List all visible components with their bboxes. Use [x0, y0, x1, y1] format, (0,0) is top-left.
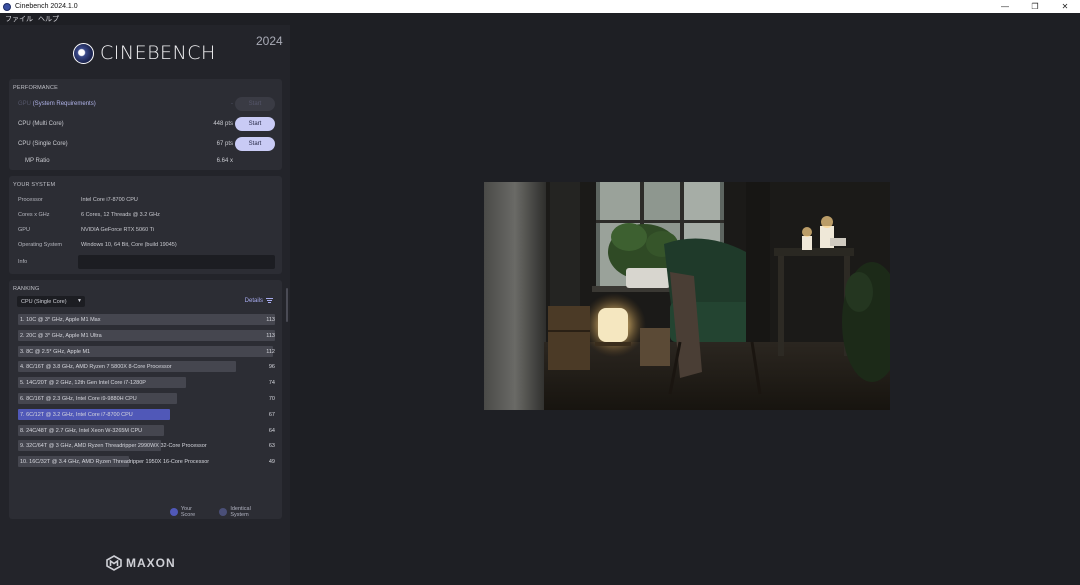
ranking-row-name: 9. 32C/64T @ 3 GHz, AMD Ryzen Threadripp…	[20, 443, 207, 450]
ranking-row[interactable]: 5. 14C/20T @ 2 GHz, 12th Gen Intel Core …	[18, 377, 275, 389]
menu-file[interactable]: ファイル	[5, 14, 33, 24]
ranking-row-score: 96	[268, 364, 275, 371]
ranking-row-score: 74	[268, 380, 275, 387]
ranking-row-name: 3. 8C @ 2.5* GHz, Apple M1	[20, 348, 91, 355]
sys-value: NVIDIA GeForce RTX 5060 Ti	[81, 227, 154, 233]
logo-text: CINEBENCH	[100, 42, 216, 64]
ranking-row-name: 5. 14C/20T @ 2 GHz, 12th Gen Intel Core …	[20, 380, 146, 387]
ranking-row[interactable]: 7. 6C/12T @ 3.2 GHz, Intel Core i7-8700 …	[18, 408, 275, 420]
ranking-row[interactable]: 2. 20C @ 3* GHz, Apple M1 Ultra 113	[18, 329, 275, 341]
identical-system-dot	[219, 508, 228, 516]
sys-key: Processor	[18, 197, 43, 203]
logo-year: 2024	[256, 34, 283, 48]
system-title: YOUR SYSTEM	[13, 182, 56, 188]
perf-score-gpu: -	[231, 101, 233, 107]
ranking-row[interactable]: 8. 24C/48T @ 2.7 GHz, Intel Xeon W-3265M…	[18, 424, 275, 436]
app-icon	[3, 2, 11, 11]
ranking-row-score: 70	[268, 396, 275, 402]
perf-label-single-core: CPU (Single Core)	[18, 141, 68, 147]
ranking-row-name: 8. 24C/48T @ 2.7 GHz, Intel Xeon W-3265M…	[20, 427, 143, 434]
ranking-row-name: 2. 20C @ 3* GHz, Apple M1 Ultra	[20, 332, 102, 339]
ranking-row-score: 113	[266, 317, 275, 323]
ranking-row-score: 67	[268, 411, 275, 418]
perf-label-gpu: GPU	[18, 101, 32, 107]
ranking-row[interactable]: 9. 32C/64T @ 3 GHz, AMD Ryzen Threadripp…	[18, 440, 275, 452]
maxon-logo-icon	[106, 555, 122, 571]
sys-row-gpu: GPU NVIDIA GeForce RTX 5060 Ti	[9, 223, 282, 237]
window-title: Cinebench 2024.1.0	[15, 3, 78, 10]
ranking-row-name: 7. 6C/12T @ 3.2 GHz, Intel Core i7-8700 …	[20, 411, 133, 418]
ranking-row-score: 113	[266, 332, 275, 339]
sidebar-scrollbar[interactable]	[286, 288, 288, 322]
ranking-row[interactable]: 4. 8C/16T @ 3.8 GHz, AMD Ryzen 7 5800X 8…	[18, 361, 275, 373]
system-requirements-link[interactable]: (System Requirements)	[33, 101, 96, 107]
perf-score-mp-ratio: 6.64 x	[216, 158, 233, 164]
start-multi-core-button[interactable]: Start	[235, 117, 275, 131]
menu-help[interactable]: ヘルプ	[38, 14, 59, 24]
minimize-button[interactable]: —	[990, 0, 1020, 13]
ranking-row-name: 10. 16C/32T @ 3.4 GHz, AMD Ryzen Threadr…	[20, 459, 210, 466]
details-label: Details	[244, 298, 263, 304]
sys-row-processor: Processor Intel Core i7-8700 CPU	[9, 193, 282, 207]
start-single-core-button[interactable]: Start	[235, 137, 275, 151]
perf-row-single-core: CPU (Single Core) 67 pts Start	[9, 137, 282, 151]
close-button[interactable]: ✕	[1050, 0, 1080, 13]
ranking-row-name: 1. 10C @ 3* GHz, Apple M1 Max	[20, 317, 101, 323]
sys-key: Cores x GHz	[18, 212, 50, 218]
perf-score-single-core: 67 pts	[216, 141, 233, 147]
sys-row-os: Operating System Windows 10, 64 Bit, Cor…	[9, 238, 282, 252]
restore-button[interactable]: ❐	[1020, 0, 1050, 13]
ranking-row[interactable]: 1. 10C @ 3* GHz, Apple M1 Max 113	[18, 314, 275, 325]
ranking-row-score: 49	[268, 459, 275, 466]
maxon-text: MAXON	[126, 556, 176, 570]
perf-label-mp-ratio: MP Ratio	[25, 158, 50, 164]
ranking-row-score: 64	[268, 427, 275, 434]
legend-identical-system: Identical System	[219, 506, 270, 518]
start-gpu-button[interactable]: Start	[235, 97, 275, 111]
perf-row-multi-core: CPU (Multi Core) 448 pts Start	[9, 117, 282, 131]
perf-row-gpu: GPU (System Requirements) - Start	[9, 97, 282, 111]
ranking-title: RANKING	[13, 286, 40, 292]
ranking-row-name: 4. 8C/16T @ 3.8 GHz, AMD Ryzen 7 5800X 8…	[20, 364, 172, 371]
your-score-dot	[170, 508, 178, 516]
sys-key: Info	[18, 259, 28, 265]
system-panel: YOUR SYSTEM Processor Intel Core i7-8700…	[9, 176, 282, 274]
ranking-row-score: 112	[266, 348, 275, 355]
performance-title: PERFORMANCE	[13, 85, 58, 91]
ranking-row[interactable]: 3. 8C @ 2.5* GHz, Apple M1 112	[18, 345, 275, 357]
chevron-down-icon: ▼	[77, 298, 82, 304]
sys-row-cores: Cores x GHz 6 Cores, 12 Threads @ 3.2 GH…	[9, 208, 282, 222]
cinebench-logo: CINEBENCH	[73, 42, 216, 64]
sys-value: Intel Core i7-8700 CPU	[81, 197, 138, 203]
performance-panel: PERFORMANCE GPU (System Requirements) - …	[9, 79, 282, 170]
sys-key: GPU	[18, 227, 30, 233]
filter-icon	[266, 298, 273, 304]
render-image	[484, 182, 890, 410]
details-button[interactable]: Details	[245, 298, 273, 304]
cinebench-logo-icon	[73, 42, 94, 64]
ranking-row[interactable]: 6. 8C/16T @ 2.3 GHz, Intel Core i9-9880H…	[18, 393, 275, 404]
menu-bar: ファイル ヘルプ	[0, 13, 1080, 25]
sys-row-info: Info	[9, 255, 282, 269]
sys-value: Windows 10, 64 Bit, Core (build 19045)	[81, 242, 177, 248]
sys-key: Operating System	[18, 242, 63, 248]
ranking-panel: RANKING CPU (Single Core) ▼ Details 1. 1…	[9, 280, 282, 519]
sys-value: 6 Cores, 12 Threads @ 3.2 GHz	[81, 212, 160, 218]
perf-label-multi-core: CPU (Multi Core)	[18, 121, 64, 127]
ranking-row-name: 6. 8C/16T @ 2.3 GHz, Intel Core i9-9880H…	[20, 396, 137, 402]
maxon-logo: MAXON	[106, 555, 176, 571]
ranking-row-score: 63	[268, 443, 275, 450]
ranking-row[interactable]: 10. 16C/32T @ 3.4 GHz, AMD Ryzen Threadr…	[18, 456, 275, 468]
ranking-legend: Your Score Identical System	[170, 506, 282, 518]
render-viewport	[484, 182, 890, 410]
ranking-select[interactable]: CPU (Single Core) ▼	[17, 296, 85, 307]
title-bar: Cinebench 2024.1.0 — ❐ ✕	[0, 0, 1080, 13]
perf-score-multi-core: 448 pts	[213, 121, 233, 127]
legend-your-score: Your Score	[170, 506, 207, 518]
perf-row-mp-ratio: MP Ratio 6.64 x	[9, 154, 282, 168]
ranking-select-value: CPU (Single Core)	[21, 298, 67, 305]
info-field[interactable]	[78, 255, 275, 269]
